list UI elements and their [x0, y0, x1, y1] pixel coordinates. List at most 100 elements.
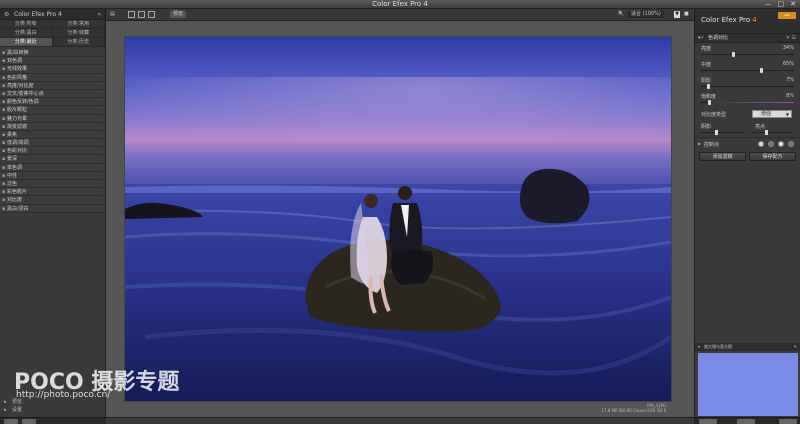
- pin-icon[interactable]: ✎: [794, 343, 797, 351]
- slider-handle[interactable]: [708, 100, 712, 105]
- split-view-icon[interactable]: [138, 11, 145, 18]
- favorite-star-icon[interactable]: ☆: [98, 90, 102, 98]
- filter-item[interactable]: ▪ 交叉/变焦中心点 ☆: [0, 89, 105, 99]
- highlight-track[interactable]: [751, 132, 793, 133]
- cancel-button[interactable]: [737, 419, 755, 424]
- category-history[interactable]: 分类:历史: [52, 38, 105, 47]
- filter-enable-checkbox[interactable]: ▾✓: [698, 34, 705, 43]
- side-by-side-icon[interactable]: [148, 11, 155, 18]
- favorite-star-icon[interactable]: ☆: [98, 115, 102, 123]
- filter-item[interactable]: ▪ 黑/白转换 ☆: [0, 49, 105, 58]
- slider-shadows[interactable]: 阴影 7%: [695, 75, 800, 91]
- favorite-star-icon[interactable]: ☆: [98, 49, 102, 57]
- filter-header-icons[interactable]: ✕ ☰: [786, 34, 796, 43]
- favorite-star-icon[interactable]: ☆: [98, 205, 102, 213]
- favorite-star-icon[interactable]: ☆: [98, 164, 102, 172]
- settings-wrench-icon[interactable]: ⚙: [4, 9, 9, 20]
- filter-item[interactable]: ▪ 颜色反转/色调 ☆: [0, 98, 105, 107]
- save-recipe-button[interactable]: 保存配方: [749, 152, 796, 161]
- loupe-view[interactable]: [698, 353, 798, 416]
- expand-arrow-icon[interactable]: ▶: [698, 141, 701, 146]
- help-button[interactable]: [4, 419, 18, 424]
- brush-button[interactable]: [699, 419, 717, 424]
- favorite-star-icon[interactable]: ☆: [98, 98, 102, 106]
- collapse-arrow-icon[interactable]: ▾: [698, 343, 700, 351]
- favorite-star-icon[interactable]: ☆: [98, 106, 102, 114]
- filter-item[interactable]: ▪ 单色调 ☆: [0, 163, 105, 172]
- filter-item[interactable]: ▪ 黑白/漂白 ☆: [0, 204, 105, 213]
- category-recent[interactable]: 分类:最近: [0, 38, 53, 47]
- shadow-track[interactable]: [701, 132, 743, 133]
- filter-header[interactable]: ▾✓ 色调对比 ✕ ☰: [695, 34, 800, 43]
- background-color-icon[interactable]: ■: [684, 11, 689, 18]
- slider-track[interactable]: [701, 86, 794, 87]
- category-bw[interactable]: 分类:黑白: [0, 29, 53, 38]
- collapse-left-icon[interactable]: «: [97, 9, 101, 20]
- category-common[interactable]: 分类:常用: [52, 20, 105, 29]
- filter-item[interactable]: ▪ 魅力光晕 ☆: [0, 114, 105, 123]
- panel-toggle-icon[interactable]: ▤: [110, 11, 115, 18]
- contrast-type-select[interactable]: 增强 ▼: [752, 110, 792, 118]
- filter-item[interactable]: ▪ 柔焦 ☆: [0, 130, 105, 140]
- preview-mode-button[interactable]: 预览: [170, 11, 187, 18]
- category-all[interactable]: 分类:所有: [0, 20, 53, 29]
- shadow-handle[interactable]: [714, 130, 718, 135]
- loupe-header[interactable]: ▾ 放大镜与直方图 ✎: [695, 343, 800, 351]
- filter-item[interactable]: ▪ 彩色胶片 ☆: [0, 188, 105, 197]
- filter-item[interactable]: ▪ 光线效果 ☆: [0, 65, 105, 74]
- control-point-toggle-icon[interactable]: [778, 141, 784, 147]
- filter-item[interactable]: ▪ 对比度 ☆: [0, 196, 105, 205]
- remove-control-point-icon[interactable]: [768, 141, 774, 147]
- ok-button[interactable]: [779, 419, 797, 424]
- favorite-star-icon[interactable]: ☆: [98, 131, 102, 139]
- minimize-button[interactable]: —: [765, 1, 772, 8]
- close-button[interactable]: ✕: [790, 1, 796, 8]
- maximize-button[interactable]: □: [778, 1, 785, 8]
- add-control-point-icon[interactable]: [758, 141, 764, 147]
- slider-midtone[interactable]: 中度 65%: [695, 59, 800, 75]
- favorite-star-icon[interactable]: ☆: [98, 188, 102, 196]
- favorite-star-icon[interactable]: ☆: [98, 139, 102, 147]
- background-toggle-icon[interactable]: ▼: [674, 11, 680, 18]
- favorite-star-icon[interactable]: ☆: [98, 155, 102, 163]
- slider-track[interactable]: [701, 70, 794, 71]
- favorite-star-icon[interactable]: ☆: [98, 57, 102, 65]
- filter-item[interactable]: ▪ 低调/高调 ☆: [0, 139, 105, 148]
- favorite-star-icon[interactable]: ☆: [98, 65, 102, 73]
- filter-item[interactable]: ▪ 中性 ☆: [0, 171, 105, 180]
- slider-saturation[interactable]: 饱和度 8%: [695, 91, 800, 107]
- highlight-handle[interactable]: [764, 130, 768, 135]
- favorite-star-icon[interactable]: ☆: [98, 196, 102, 204]
- filter-item[interactable]: ▪ 双色调 ☆: [0, 57, 105, 66]
- filter-item[interactable]: ▪ 色彩风格 ☆: [0, 73, 105, 82]
- filter-item[interactable]: ▪ 景深 ☆: [0, 155, 105, 164]
- slider-handle[interactable]: [707, 84, 711, 89]
- favorite-star-icon[interactable]: ☆: [98, 82, 102, 90]
- control-point-mask-icon[interactable]: [788, 141, 794, 147]
- favorite-star-icon[interactable]: ☆: [98, 147, 102, 155]
- filter-item[interactable]: ▪ 渐变滤镜 ☆: [0, 122, 105, 131]
- filter-item[interactable]: ▪ 胶片颗粒 ☆: [0, 106, 105, 115]
- favorite-star-icon[interactable]: ☆: [98, 172, 102, 180]
- slider-track[interactable]: [701, 54, 794, 55]
- slider-handle[interactable]: [731, 52, 735, 57]
- slider-track[interactable]: [701, 102, 794, 103]
- favorite-star-icon[interactable]: ☆: [98, 74, 102, 82]
- slider-brightness[interactable]: 亮度 34%: [695, 43, 800, 59]
- zoom-select[interactable]: 适合 (100%): [628, 11, 664, 18]
- filter-item[interactable]: ▪ 泛色 ☆: [0, 180, 105, 189]
- favorite-star-icon[interactable]: ☆: [98, 123, 102, 131]
- control-points-row[interactable]: ▶ 控制点: [695, 137, 800, 149]
- slider-handle[interactable]: [760, 68, 764, 73]
- photo-preview[interactable]: [125, 37, 671, 401]
- category-favorites[interactable]: 分类:收藏: [52, 29, 105, 38]
- add-filter-button[interactable]: 添加滤镜: [699, 152, 746, 161]
- favorite-star-icon[interactable]: ☆: [98, 180, 102, 188]
- zoom-icon[interactable]: 🔍: [618, 11, 624, 18]
- settings-row[interactable]: ▸ 设置: [0, 406, 106, 414]
- preview-row[interactable]: ▸ 预览: [0, 398, 106, 406]
- options-button[interactable]: [22, 419, 36, 424]
- filter-item[interactable]: ▪ 色彩对比 ☆: [0, 147, 105, 156]
- single-view-icon[interactable]: [128, 11, 135, 18]
- filter-item[interactable]: ▪ 亮度/对比度 ☆: [0, 81, 105, 90]
